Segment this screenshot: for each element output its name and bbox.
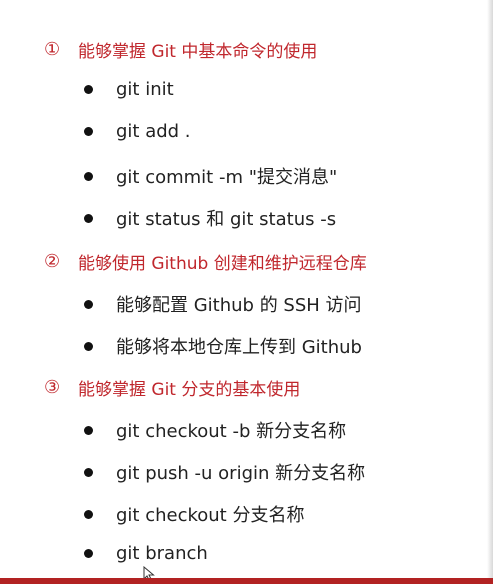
bullet-dot-icon <box>84 467 93 477</box>
section-number-3: ③ <box>44 377 61 398</box>
section-number-1: ① <box>44 39 61 60</box>
list-item-text: 能够将本地仓库上传到 Github <box>116 337 362 358</box>
bullet-dot-icon <box>84 549 93 558</box>
section-heading-3: ③ 能够掌握 Git 分支的基本使用 <box>44 375 300 400</box>
bullet-dot-icon <box>84 509 93 519</box>
slide: ① 能够掌握 Git 中基本命令的使用 git init git add . g… <box>0 0 493 584</box>
list-item-text: git init <box>116 79 174 100</box>
list-item: git commit -m "提交消息" <box>84 163 337 189</box>
bullet-dot-icon <box>84 85 93 94</box>
list-item: 能够将本地仓库上传到 Github <box>84 333 362 359</box>
list-item-text: git checkout -b 新分支名称 <box>116 421 347 442</box>
bullet-dot-icon <box>84 127 93 136</box>
section-number-2: ② <box>44 251 61 272</box>
list-item: git add . <box>84 121 191 142</box>
list-item: git checkout 分支名称 <box>84 501 304 527</box>
list-item-text: git branch <box>116 543 208 564</box>
list-item-text: git commit -m "提交消息" <box>116 167 338 188</box>
list-item: git branch <box>84 543 208 564</box>
section-heading-1: ① 能够掌握 Git 中基本命令的使用 <box>44 37 317 62</box>
bullet-dot-icon <box>84 213 93 223</box>
bullet-dot-icon <box>84 341 93 351</box>
list-item-text: 能够配置 Github 的 SSH 访问 <box>116 295 362 316</box>
list-item-text: git push -u origin 新分支名称 <box>116 463 366 484</box>
list-item: 能够配置 Github 的 SSH 访问 <box>84 291 362 317</box>
window-edge-shadow <box>487 0 493 578</box>
section-heading-2: ② 能够使用 Github 创建和维护远程仓库 <box>44 249 367 274</box>
list-item: git push -u origin 新分支名称 <box>84 459 365 485</box>
list-item-text: git add . <box>116 121 191 142</box>
list-item: git status 和 git status -s <box>84 205 336 231</box>
section-title-1: 能够掌握 Git 中基本命令的使用 <box>78 42 318 62</box>
section-title-2: 能够使用 Github 创建和维护远程仓库 <box>78 254 367 274</box>
list-item: git checkout -b 新分支名称 <box>84 417 346 443</box>
list-item-text: git status 和 git status -s <box>116 209 337 230</box>
section-title-3: 能够掌握 Git 分支的基本使用 <box>78 380 301 400</box>
bullet-dot-icon <box>84 171 93 181</box>
list-item: git init <box>84 79 174 100</box>
list-item-text: git checkout 分支名称 <box>116 505 305 526</box>
bottom-accent-bar <box>0 578 493 584</box>
bullet-dot-icon <box>84 299 93 309</box>
bullet-dot-icon <box>84 425 93 435</box>
